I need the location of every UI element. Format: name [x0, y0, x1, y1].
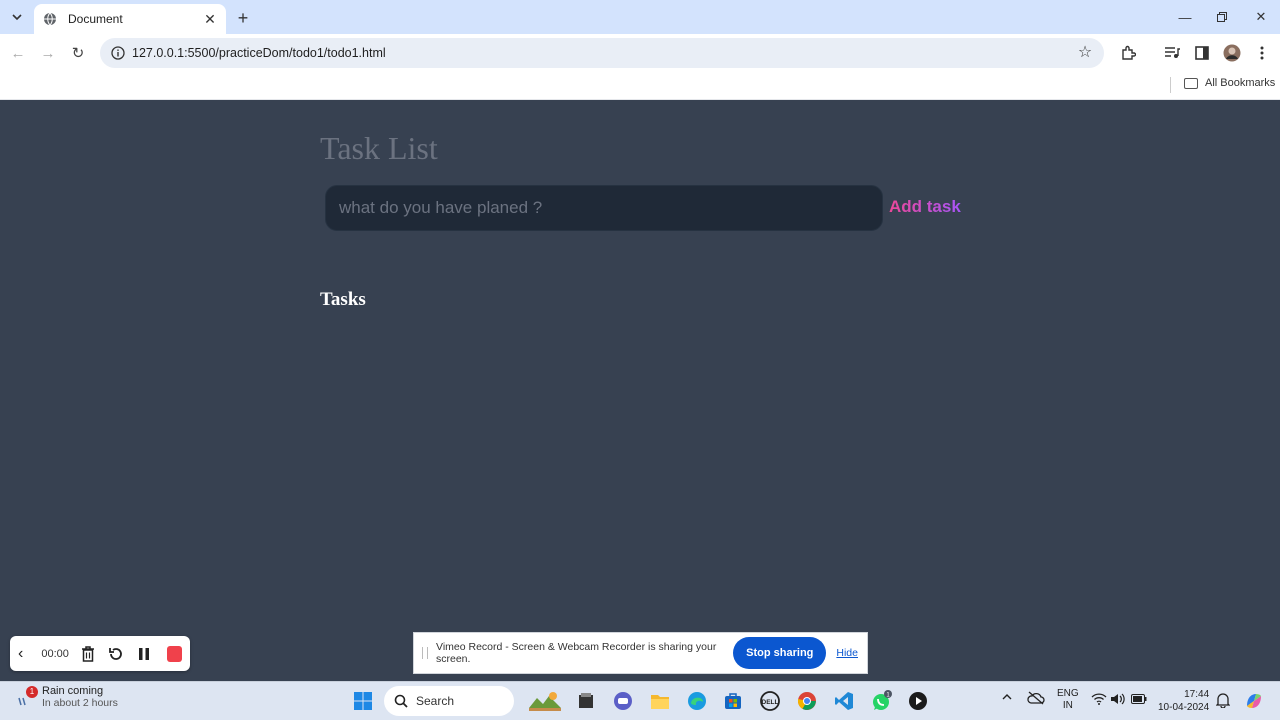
- restart-icon[interactable]: [107, 644, 125, 664]
- file-explorer-icon[interactable]: [648, 689, 672, 713]
- hide-link[interactable]: Hide: [836, 647, 858, 659]
- weather-title: Rain coming: [42, 685, 104, 697]
- site-info-icon[interactable]: [110, 45, 126, 61]
- copilot-icon[interactable]: [1242, 689, 1266, 713]
- vscode-icon[interactable]: [832, 689, 856, 713]
- dell-icon[interactable]: DELL: [758, 689, 782, 713]
- search-icon: [394, 694, 408, 708]
- bing-search-highlight-icon[interactable]: [526, 689, 564, 713]
- weather-icon: 1: [16, 686, 38, 708]
- onedrive-offline-icon[interactable]: [1027, 691, 1045, 709]
- volume-icon[interactable]: [1110, 693, 1126, 709]
- globe-icon: [42, 11, 58, 27]
- stop-sharing-button[interactable]: Stop sharing: [733, 637, 827, 669]
- chrome-icon[interactable]: [795, 689, 819, 713]
- all-bookmarks-label: All Bookmarks: [1205, 77, 1276, 89]
- windows-taskbar: 1 Rain coming In about 2 hours Search DE…: [0, 681, 1280, 720]
- profile-avatar[interactable]: [1222, 43, 1242, 63]
- show-hidden-icons-chevron[interactable]: [1002, 693, 1012, 705]
- chrome-menu-icon[interactable]: [1252, 43, 1272, 63]
- taskbar-search[interactable]: Search: [384, 686, 514, 716]
- wifi-icon[interactable]: [1091, 693, 1107, 709]
- add-task-button[interactable]: Add task: [889, 197, 961, 217]
- forward-arrow-icon[interactable]: →: [36, 41, 60, 65]
- minimize-icon[interactable]: —: [1166, 0, 1204, 34]
- collapse-chevron-icon[interactable]: ‹: [18, 645, 34, 663]
- search-label: Search: [416, 694, 455, 708]
- weather-subtitle: In about 2 hours: [42, 697, 118, 709]
- folder-icon: [1184, 77, 1198, 89]
- browser-tab[interactable]: Document ✕: [34, 4, 226, 34]
- file-viewer-icon[interactable]: [574, 689, 598, 713]
- back-arrow-icon[interactable]: ←: [6, 41, 30, 65]
- media-player-icon[interactable]: [906, 689, 930, 713]
- tab-search-chevron-icon[interactable]: [6, 6, 28, 28]
- battery-icon[interactable]: [1131, 694, 1147, 708]
- side-panel-icon[interactable]: [1192, 43, 1212, 63]
- taskbar-clock[interactable]: 17:44 10-04-2024: [1158, 688, 1209, 714]
- sharing-message: Vimeo Record - Screen & Webcam Recorder …: [436, 641, 717, 665]
- clock-date: 10-04-2024: [1158, 702, 1210, 713]
- screen-sharing-bar: Vimeo Record - Screen & Webcam Recorder …: [413, 632, 868, 674]
- all-bookmarks-button[interactable]: All Bookmarks: [1184, 77, 1275, 89]
- reload-icon[interactable]: ↻: [66, 41, 90, 65]
- window-close-icon[interactable]: ✕: [1242, 0, 1280, 34]
- weather-badge: 1: [26, 686, 38, 698]
- browser-tab-strip: Document ✕ + — ✕: [0, 0, 1280, 34]
- browser-toolbar: ← → ↻ 127.0.0.1:5500/practiceDom/todo1/t…: [0, 34, 1280, 72]
- trash-icon[interactable]: [79, 644, 97, 664]
- clock-time: 17:44: [1184, 689, 1210, 700]
- page-viewport: Task List Add task Tasks: [0, 101, 1280, 681]
- notification-bell-icon[interactable]: [1215, 692, 1231, 712]
- tab-title: Document: [68, 12, 123, 26]
- recorder-controls: ‹ 00:00: [10, 636, 190, 671]
- language-indicator[interactable]: ENG IN: [1057, 688, 1079, 712]
- teams-chat-icon[interactable]: [611, 689, 635, 713]
- url-text: 127.0.0.1:5500/practiceDom/todo1/todo1.h…: [132, 46, 386, 60]
- new-tab-icon[interactable]: +: [232, 7, 254, 29]
- media-queue-icon[interactable]: [1162, 43, 1182, 63]
- stop-recording-button[interactable]: [167, 645, 182, 662]
- restore-icon[interactable]: [1203, 0, 1241, 34]
- extensions-icon[interactable]: [1118, 43, 1138, 63]
- windows-start-icon[interactable]: [351, 689, 375, 713]
- task-input[interactable]: [325, 185, 883, 231]
- bookmarks-bar: All Bookmarks: [0, 72, 1280, 100]
- tasks-heading: Tasks: [320, 289, 366, 310]
- page-title: Task List: [320, 130, 438, 166]
- language-code: ENG: [1057, 688, 1079, 699]
- edge-browser-icon[interactable]: [685, 689, 709, 713]
- pause-icon[interactable]: [135, 644, 153, 664]
- recording-timer: 00:00: [41, 647, 69, 660]
- weather-widget[interactable]: 1 Rain coming In about 2 hours: [16, 685, 118, 709]
- svg-text:DELL: DELL: [762, 699, 779, 706]
- microsoft-store-icon[interactable]: [721, 689, 745, 713]
- language-region: IN: [1062, 700, 1073, 711]
- address-bar[interactable]: 127.0.0.1:5500/practiceDom/todo1/todo1.h…: [100, 38, 1104, 68]
- tab-close-icon[interactable]: ✕: [202, 11, 218, 27]
- drag-handle[interactable]: [422, 647, 428, 659]
- bookmarks-separator: [1170, 77, 1171, 93]
- whatsapp-icon[interactable]: 1: [869, 689, 893, 713]
- bookmark-star-icon[interactable]: ☆: [1076, 44, 1094, 62]
